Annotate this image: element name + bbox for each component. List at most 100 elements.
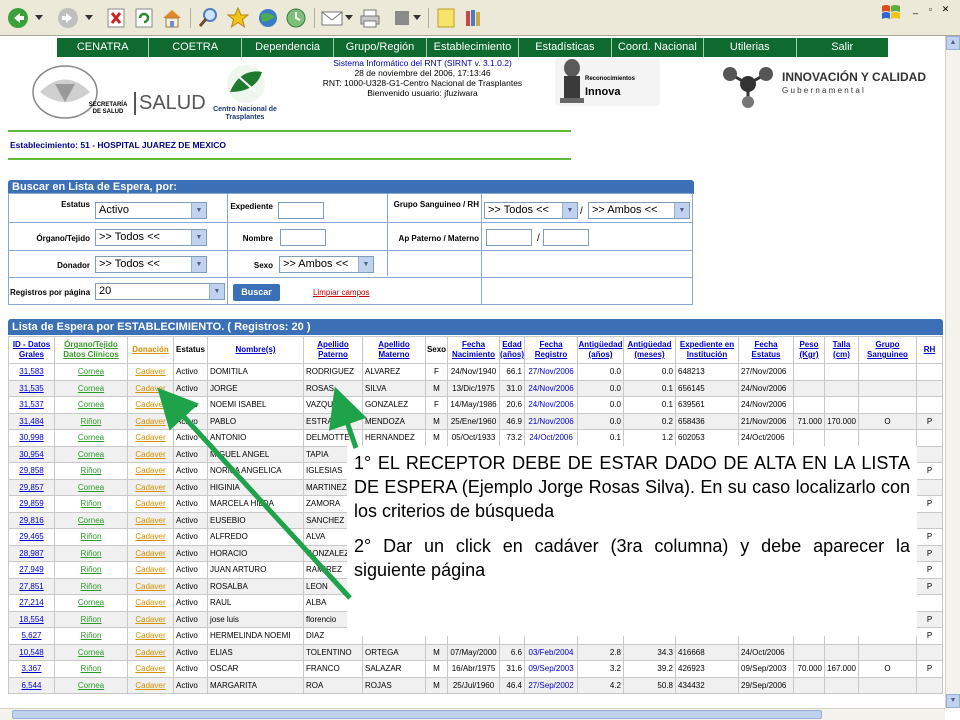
organ-link[interactable]: Cornea xyxy=(54,511,128,529)
organ-link[interactable]: Riñon xyxy=(54,660,128,678)
organ-link[interactable]: Riñon xyxy=(54,412,128,430)
forward-icon[interactable] xyxy=(56,6,80,30)
notes-icon[interactable] xyxy=(434,6,458,30)
search-icon[interactable] xyxy=(196,6,220,30)
donation-cadaver-link[interactable]: Cadaver xyxy=(127,511,174,529)
donation-cadaver-link[interactable]: Cadaver xyxy=(127,577,174,595)
patient-id-link[interactable]: 30,998 xyxy=(8,429,55,447)
donation-cadaver-link[interactable]: Cadaver xyxy=(127,627,174,645)
organo-select[interactable]: >> Todos << ▼ xyxy=(95,229,207,246)
organ-link[interactable]: Cornea xyxy=(54,379,128,397)
limpiar-campos-link[interactable]: Limpiar campos xyxy=(313,288,369,297)
column-header[interactable]: Nombre(s) xyxy=(207,336,304,364)
column-header[interactable]: ID - Datos Grales xyxy=(8,336,55,364)
donation-cadaver-link[interactable]: Cadaver xyxy=(127,594,174,612)
registration-date-link[interactable]: 27/Sep/2002 xyxy=(524,676,578,694)
donation-cadaver-link[interactable]: Cadaver xyxy=(127,561,174,579)
donation-cadaver-link[interactable]: Cadaver xyxy=(127,429,174,447)
print-icon[interactable] xyxy=(358,6,382,30)
organ-link[interactable]: Riñon xyxy=(54,577,128,595)
refresh-icon[interactable] xyxy=(132,6,156,30)
patient-id-link[interactable]: 10,548 xyxy=(8,643,55,661)
donation-cadaver-link[interactable]: Cadaver xyxy=(127,528,174,546)
donation-cadaver-link[interactable]: Cadaver xyxy=(127,396,174,414)
menu-item-dependencia[interactable]: Dependencia xyxy=(242,38,335,57)
favorites-icon[interactable] xyxy=(226,6,250,30)
column-header[interactable]: Antigüedad (años) xyxy=(577,336,624,364)
donation-cadaver-link[interactable]: Cadaver xyxy=(127,379,174,397)
column-header[interactable]: Fecha Estatus xyxy=(738,336,794,364)
history-icon[interactable] xyxy=(284,6,308,30)
donation-cadaver-link[interactable]: Cadaver xyxy=(127,495,174,513)
organ-link[interactable]: Cornea xyxy=(54,396,128,414)
menu-item-establecimiento[interactable]: Establecimiento xyxy=(427,38,520,57)
apellido-materno-input[interactable] xyxy=(543,229,589,246)
registration-date-link[interactable]: 24/Oct/2006 xyxy=(524,429,578,447)
nombre-input[interactable] xyxy=(280,229,326,246)
donador-select[interactable]: >> Todos << ▼ xyxy=(95,256,207,273)
column-header[interactable]: Órgano/Tejido Datos Clínicos xyxy=(54,336,128,364)
edit-icon[interactable] xyxy=(390,6,414,30)
mail-icon[interactable] xyxy=(320,6,344,30)
column-header[interactable]: RH xyxy=(916,336,943,364)
menu-item-coetra[interactable]: COETRA xyxy=(149,38,242,57)
column-header[interactable]: Expediente en Institución xyxy=(675,336,739,364)
column-header[interactable]: Grupo Sanguineo xyxy=(858,336,917,364)
patient-id-link[interactable]: 31,583 xyxy=(8,363,55,381)
column-header[interactable]: Donación xyxy=(127,336,174,364)
patient-id-link[interactable]: 27,214 xyxy=(8,594,55,612)
organ-link[interactable]: Riñon xyxy=(54,495,128,513)
organ-link[interactable]: Cornea xyxy=(54,478,128,496)
donation-cadaver-link[interactable]: Cadaver xyxy=(127,462,174,480)
patient-id-link[interactable]: 31,537 xyxy=(8,396,55,414)
patient-id-link[interactable]: 6,544 xyxy=(8,676,55,694)
minimize-button[interactable]: _ xyxy=(910,4,921,14)
registration-date-link[interactable]: 24/Nov/2006 xyxy=(524,396,578,414)
organ-link[interactable]: Cornea xyxy=(54,643,128,661)
organ-link[interactable]: Cornea xyxy=(54,363,128,381)
organ-link[interactable]: Riñon xyxy=(54,627,128,645)
column-header[interactable]: Edad (años) xyxy=(499,336,525,364)
research-icon[interactable] xyxy=(462,6,486,30)
back-dropdown-icon[interactable] xyxy=(34,6,44,30)
column-header[interactable]: Apellido Paterno xyxy=(303,336,363,364)
menu-item-utilerias[interactable]: Utilerias xyxy=(704,38,797,57)
organ-link[interactable]: Riñon xyxy=(54,544,128,562)
registration-date-link[interactable]: 21/Nov/2006 xyxy=(524,412,578,430)
patient-id-link[interactable]: 31,484 xyxy=(8,412,55,430)
edit-dropdown-icon[interactable] xyxy=(412,6,422,30)
patient-id-link[interactable]: 18,554 xyxy=(8,610,55,628)
media-icon[interactable] xyxy=(256,6,280,30)
mail-dropdown-icon[interactable] xyxy=(344,6,354,30)
patient-id-link[interactable]: 29,858 xyxy=(8,462,55,480)
patient-id-link[interactable]: 27,851 xyxy=(8,577,55,595)
patient-id-link[interactable]: 31,535 xyxy=(8,379,55,397)
column-header[interactable]: Talla (cm) xyxy=(824,336,859,364)
patient-id-link[interactable]: 27,949 xyxy=(8,561,55,579)
registration-date-link[interactable]: 27/Nov/2006 xyxy=(524,363,578,381)
rh-select[interactable]: >> Ambos << ▼ xyxy=(588,202,690,219)
patient-id-link[interactable]: 29,816 xyxy=(8,511,55,529)
column-header[interactable]: Peso (Kgr) xyxy=(793,336,825,364)
donation-cadaver-link[interactable]: Cadaver xyxy=(127,610,174,628)
close-button[interactable]: ✕ xyxy=(940,4,951,14)
menu-item-grupo-region[interactable]: Grupo/Región xyxy=(334,38,427,57)
patient-id-link[interactable]: 3,367 xyxy=(8,660,55,678)
patient-id-link[interactable]: 30,954 xyxy=(8,445,55,463)
forward-dropdown-icon[interactable] xyxy=(84,6,94,30)
organ-link[interactable]: Cornea xyxy=(54,594,128,612)
sexo-select[interactable]: >> Ambos << ▼ xyxy=(279,256,374,273)
expediente-input[interactable] xyxy=(278,202,324,219)
organ-link[interactable]: Cornea xyxy=(54,429,128,447)
vertical-scrollbar[interactable]: ▲ ▼ xyxy=(945,36,960,708)
column-header[interactable]: Fecha Registro xyxy=(524,336,578,364)
donation-cadaver-link[interactable]: Cadaver xyxy=(127,676,174,694)
home-icon[interactable] xyxy=(160,6,184,30)
organ-link[interactable]: Riñon xyxy=(54,610,128,628)
horizontal-scrollbar[interactable] xyxy=(0,708,945,720)
grupo-select[interactable]: >> Todos << ▼ xyxy=(484,202,578,219)
donation-cadaver-link[interactable]: Cadaver xyxy=(127,660,174,678)
menu-item-coord-nacional[interactable]: Coord. Nacional xyxy=(612,38,705,57)
restore-button[interactable]: ▫ xyxy=(925,4,936,14)
patient-id-link[interactable]: 28,987 xyxy=(8,544,55,562)
